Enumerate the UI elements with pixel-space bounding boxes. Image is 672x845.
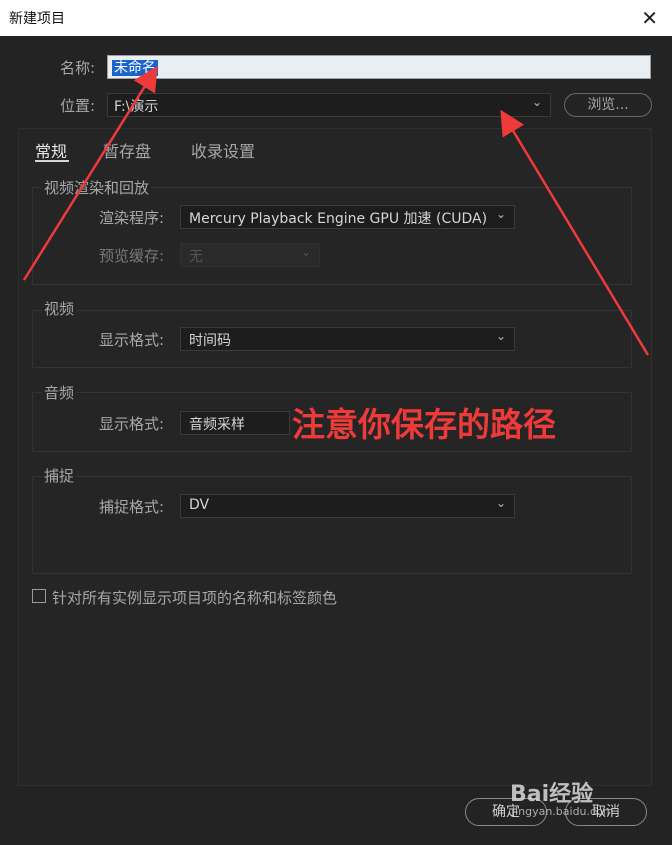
chevron-down-icon: ⌄ [495, 207, 506, 221]
capture-format-label: 捕捉格式: [99, 498, 165, 516]
name-input[interactable]: 未命名 [107, 55, 651, 79]
show-labels-checkbox[interactable] [32, 589, 46, 603]
tab-ingest-settings[interactable]: 收录设置 [191, 138, 255, 162]
location-label: 位置: [60, 97, 96, 115]
audio-title: 音频 [42, 382, 77, 403]
renderer-value: Mercury Playback Engine GPU 加速 (CUDA) [189, 211, 488, 227]
video-render-group [32, 187, 632, 285]
window-title: 新建项目 [9, 11, 65, 27]
chevron-down-icon: ⌄ [495, 496, 506, 510]
audio-display-format-value: 音频采样 [189, 417, 245, 433]
tab-scratch-disks[interactable]: 暂存盘 [103, 138, 151, 162]
close-icon[interactable]: ✕ [641, 6, 658, 30]
chevron-down-icon: ⌄ [300, 245, 311, 259]
video-display-format-label: 显示格式: [99, 331, 165, 349]
video-render-title: 视频渲染和回放 [42, 177, 152, 198]
preview-cache-value: 无 [189, 249, 203, 265]
location-value: F:\演示 [114, 99, 159, 115]
title-bar: 新建项目 ✕ [0, 0, 672, 36]
active-tab-indicator [35, 160, 69, 162]
capture-format-value: DV [189, 497, 210, 513]
renderer-dropdown[interactable]: Mercury Playback Engine GPU 加速 (CUDA) ⌄ [180, 205, 515, 229]
renderer-label: 渲染程序: [99, 209, 165, 227]
browse-button[interactable]: 浏览... [564, 93, 652, 117]
chevron-down-icon: ⌄ [531, 95, 542, 109]
show-labels-checkbox-label: 针对所有实例显示项目项的名称和标签颜色 [52, 589, 338, 607]
video-display-format-dropdown[interactable]: 时间码 ⌄ [180, 327, 515, 351]
capture-title: 捕捉 [42, 465, 77, 486]
watermark-logo: Bai经验 [510, 782, 594, 807]
annotation-text: 注意你保存的路径 [292, 405, 556, 444]
name-input-value[interactable]: 未命名 [112, 60, 158, 76]
location-dropdown[interactable]: F:\演示 ⌄ [107, 93, 551, 117]
preview-cache-label: 预览缓存: [99, 247, 165, 265]
tab-general[interactable]: 常规 [35, 138, 67, 162]
audio-display-format-dropdown[interactable]: 音频采样 [180, 411, 290, 435]
capture-format-dropdown[interactable]: DV ⌄ [180, 494, 515, 518]
chevron-down-icon: ⌄ [495, 329, 506, 343]
name-label: 名称: [60, 59, 96, 77]
preview-cache-dropdown: 无 ⌄ [180, 243, 320, 267]
video-title: 视频 [42, 298, 77, 319]
watermark-url: jingyan.baidu.com [512, 805, 614, 818]
video-display-format-value: 时间码 [189, 333, 231, 349]
capture-group [32, 476, 632, 574]
audio-display-format-label: 显示格式: [99, 415, 165, 433]
